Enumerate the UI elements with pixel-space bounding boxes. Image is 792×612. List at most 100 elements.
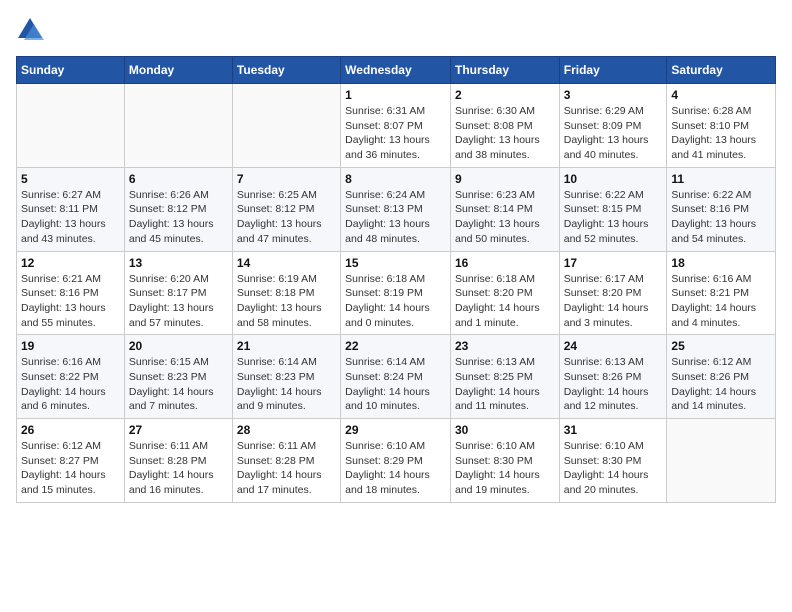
day-info: Sunrise: 6:13 AM Sunset: 8:25 PM Dayligh… (455, 355, 555, 414)
day-number: 26 (21, 423, 120, 437)
day-info: Sunrise: 6:14 AM Sunset: 8:23 PM Dayligh… (237, 355, 336, 414)
day-info: Sunrise: 6:30 AM Sunset: 8:08 PM Dayligh… (455, 104, 555, 163)
day-number: 29 (345, 423, 446, 437)
day-number: 24 (564, 339, 663, 353)
day-info: Sunrise: 6:15 AM Sunset: 8:23 PM Dayligh… (129, 355, 228, 414)
weekday-header-wednesday: Wednesday (341, 57, 451, 84)
calendar-cell: 22 Sunrise: 6:14 AM Sunset: 8:24 PM Dayli… (341, 335, 451, 419)
day-number: 23 (455, 339, 555, 353)
calendar-cell (667, 419, 776, 503)
day-number: 22 (345, 339, 446, 353)
weekday-header-monday: Monday (124, 57, 232, 84)
day-number: 21 (237, 339, 336, 353)
calendar-cell (17, 84, 125, 168)
calendar-cell: 6 Sunrise: 6:26 AM Sunset: 8:12 PM Daylig… (124, 167, 232, 251)
calendar-week-3: 12 Sunrise: 6:21 AM Sunset: 8:16 PM Dayli… (17, 251, 776, 335)
day-info: Sunrise: 6:26 AM Sunset: 8:12 PM Dayligh… (129, 188, 228, 247)
day-info: Sunrise: 6:22 AM Sunset: 8:16 PM Dayligh… (671, 188, 771, 247)
day-number: 12 (21, 256, 120, 270)
calendar-cell: 23 Sunrise: 6:13 AM Sunset: 8:25 PM Dayli… (450, 335, 559, 419)
calendar-cell: 31Sunrise: 6:10 AM Sunset: 8:30 PM Dayli… (559, 419, 667, 503)
day-info: Sunrise: 6:19 AM Sunset: 8:18 PM Dayligh… (237, 272, 336, 331)
day-number: 16 (455, 256, 555, 270)
day-info: Sunrise: 6:21 AM Sunset: 8:16 PM Dayligh… (21, 272, 120, 331)
weekday-header-tuesday: Tuesday (232, 57, 340, 84)
calendar-cell: 19 Sunrise: 6:16 AM Sunset: 8:22 PM Dayli… (17, 335, 125, 419)
day-info: Sunrise: 6:10 AM Sunset: 8:30 PM Dayligh… (455, 439, 555, 498)
calendar-cell: 13 Sunrise: 6:20 AM Sunset: 8:17 PM Dayli… (124, 251, 232, 335)
calendar-cell: 30 Sunrise: 6:10 AM Sunset: 8:30 PM Dayli… (450, 419, 559, 503)
day-number: 19 (21, 339, 120, 353)
calendar-week-1: 1 Sunrise: 6:31 AM Sunset: 8:07 PM Daylig… (17, 84, 776, 168)
day-info: Sunrise: 6:12 AM Sunset: 8:27 PM Dayligh… (21, 439, 120, 498)
calendar-cell (124, 84, 232, 168)
calendar-cell: 28 Sunrise: 6:11 AM Sunset: 8:28 PM Dayli… (232, 419, 340, 503)
weekday-header-friday: Friday (559, 57, 667, 84)
day-info: Sunrise: 6:11 AM Sunset: 8:28 PM Dayligh… (129, 439, 228, 498)
calendar-cell: 17 Sunrise: 6:17 AM Sunset: 8:20 PM Dayli… (559, 251, 667, 335)
calendar-cell: 12 Sunrise: 6:21 AM Sunset: 8:16 PM Dayli… (17, 251, 125, 335)
calendar-cell: 26 Sunrise: 6:12 AM Sunset: 8:27 PM Dayli… (17, 419, 125, 503)
calendar-cell: 8 Sunrise: 6:24 AM Sunset: 8:13 PM Daylig… (341, 167, 451, 251)
day-number: 25 (671, 339, 771, 353)
day-info: Sunrise: 6:29 AM Sunset: 8:09 PM Dayligh… (564, 104, 663, 163)
weekday-header-saturday: Saturday (667, 57, 776, 84)
day-info: Sunrise: 6:22 AM Sunset: 8:15 PM Dayligh… (564, 188, 663, 247)
day-info: Sunrise: 6:27 AM Sunset: 8:11 PM Dayligh… (21, 188, 120, 247)
calendar-cell: 29 Sunrise: 6:10 AM Sunset: 8:29 PM Dayli… (341, 419, 451, 503)
calendar-cell: 1 Sunrise: 6:31 AM Sunset: 8:07 PM Daylig… (341, 84, 451, 168)
calendar-cell: 20Sunrise: 6:15 AM Sunset: 8:23 PM Dayli… (124, 335, 232, 419)
day-number: 11 (671, 172, 771, 186)
day-number: 15 (345, 256, 446, 270)
calendar-header: SundayMondayTuesdayWednesdayThursdayFrid… (17, 57, 776, 84)
day-info: Sunrise: 6:10 AM Sunset: 8:30 PM Dayligh… (564, 439, 663, 498)
day-number: 1 (345, 88, 446, 102)
day-number: 6 (129, 172, 228, 186)
calendar-cell: 10 Sunrise: 6:22 AM Sunset: 8:15 PM Dayli… (559, 167, 667, 251)
day-number: 18 (671, 256, 771, 270)
day-number: 28 (237, 423, 336, 437)
day-info: Sunrise: 6:11 AM Sunset: 8:28 PM Dayligh… (237, 439, 336, 498)
day-info: Sunrise: 6:16 AM Sunset: 8:22 PM Dayligh… (21, 355, 120, 414)
day-info: Sunrise: 6:23 AM Sunset: 8:14 PM Dayligh… (455, 188, 555, 247)
day-info: Sunrise: 6:24 AM Sunset: 8:13 PM Dayligh… (345, 188, 446, 247)
calendar-cell: 27 Sunrise: 6:11 AM Sunset: 8:28 PM Dayli… (124, 419, 232, 503)
day-info: Sunrise: 6:20 AM Sunset: 8:17 PM Dayligh… (129, 272, 228, 331)
day-number: 30 (455, 423, 555, 437)
day-info: Sunrise: 6:16 AM Sunset: 8:21 PM Dayligh… (671, 272, 771, 331)
logo-icon (16, 16, 44, 44)
calendar-week-5: 26 Sunrise: 6:12 AM Sunset: 8:27 PM Dayli… (17, 419, 776, 503)
weekday-header-sunday: Sunday (17, 57, 125, 84)
day-number: 17 (564, 256, 663, 270)
calendar-cell: 2Sunrise: 6:30 AM Sunset: 8:08 PM Daylig… (450, 84, 559, 168)
calendar-cell: 3 Sunrise: 6:29 AM Sunset: 8:09 PM Daylig… (559, 84, 667, 168)
day-number: 13 (129, 256, 228, 270)
calendar-cell: 7Sunrise: 6:25 AM Sunset: 8:12 PM Daylig… (232, 167, 340, 251)
day-info: Sunrise: 6:25 AM Sunset: 8:12 PM Dayligh… (237, 188, 336, 247)
day-info: Sunrise: 6:14 AM Sunset: 8:24 PM Dayligh… (345, 355, 446, 414)
day-number: 9 (455, 172, 555, 186)
day-number: 3 (564, 88, 663, 102)
day-info: Sunrise: 6:17 AM Sunset: 8:20 PM Dayligh… (564, 272, 663, 331)
calendar-cell: 14Sunrise: 6:19 AM Sunset: 8:18 PM Dayli… (232, 251, 340, 335)
day-info: Sunrise: 6:12 AM Sunset: 8:26 PM Dayligh… (671, 355, 771, 414)
day-info: Sunrise: 6:13 AM Sunset: 8:26 PM Dayligh… (564, 355, 663, 414)
calendar-week-2: 5Sunrise: 6:27 AM Sunset: 8:11 PM Daylig… (17, 167, 776, 251)
weekday-header-thursday: Thursday (450, 57, 559, 84)
day-info: Sunrise: 6:28 AM Sunset: 8:10 PM Dayligh… (671, 104, 771, 163)
calendar-cell: 11 Sunrise: 6:22 AM Sunset: 8:16 PM Dayli… (667, 167, 776, 251)
day-number: 8 (345, 172, 446, 186)
calendar-cell: 25 Sunrise: 6:12 AM Sunset: 8:26 PM Dayli… (667, 335, 776, 419)
day-number: 10 (564, 172, 663, 186)
day-info: Sunrise: 6:31 AM Sunset: 8:07 PM Dayligh… (345, 104, 446, 163)
day-info: Sunrise: 6:18 AM Sunset: 8:20 PM Dayligh… (455, 272, 555, 331)
page-header (16, 16, 776, 44)
calendar-cell (232, 84, 340, 168)
logo (16, 16, 46, 44)
calendar-week-4: 19 Sunrise: 6:16 AM Sunset: 8:22 PM Dayli… (17, 335, 776, 419)
day-info: Sunrise: 6:10 AM Sunset: 8:29 PM Dayligh… (345, 439, 446, 498)
day-number: 27 (129, 423, 228, 437)
calendar-table: SundayMondayTuesdayWednesdayThursdayFrid… (16, 56, 776, 503)
calendar-cell: 21 Sunrise: 6:14 AM Sunset: 8:23 PM Dayli… (232, 335, 340, 419)
calendar-cell: 24 Sunrise: 6:13 AM Sunset: 8:26 PM Dayli… (559, 335, 667, 419)
